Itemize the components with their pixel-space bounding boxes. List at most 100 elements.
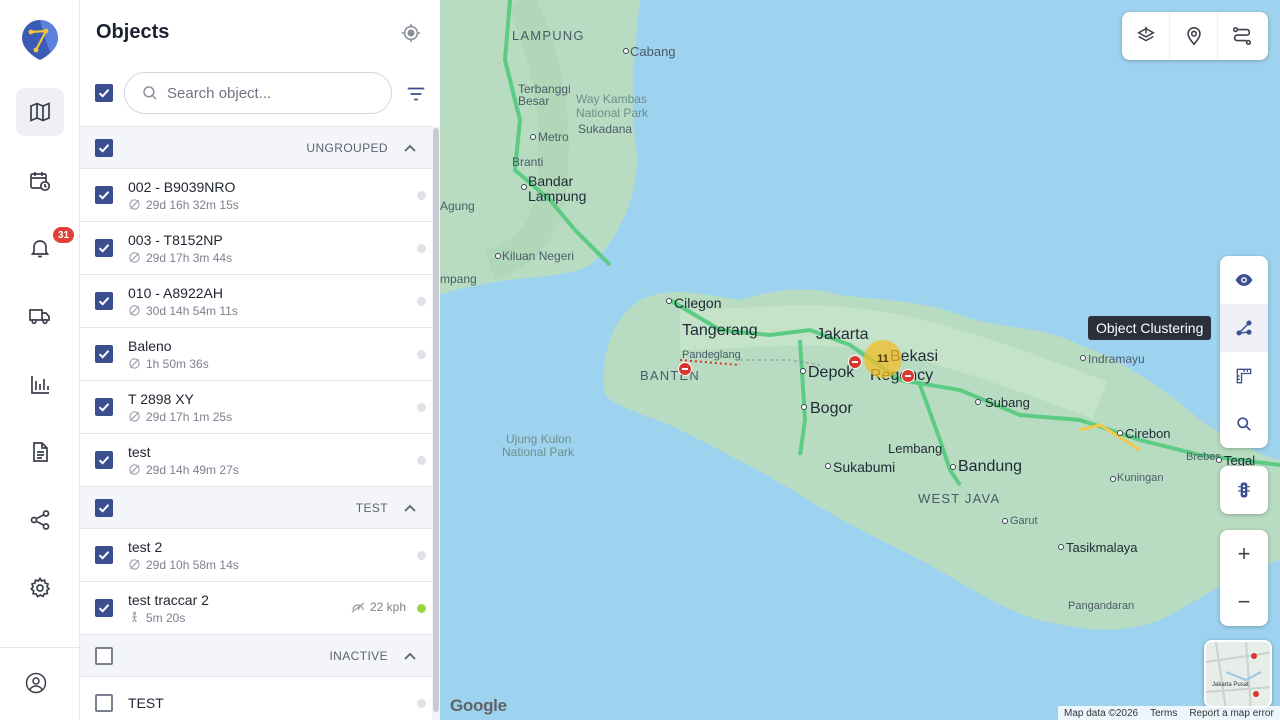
chevron-up-icon[interactable] — [402, 140, 418, 156]
select-all-checkbox[interactable] — [95, 84, 113, 102]
nav-settings[interactable] — [16, 564, 64, 612]
object-duration: 29d 14h 49m 27s — [146, 462, 239, 477]
object-duration: 29d 17h 3m 44s — [146, 250, 233, 265]
nav-documents[interactable] — [16, 428, 64, 476]
map-search-button[interactable] — [1220, 400, 1268, 448]
filter-button[interactable] — [402, 80, 430, 108]
status-dot — [417, 350, 426, 359]
alert-marker[interactable] — [678, 362, 692, 376]
object-duration: 29d 10h 58m 14s — [146, 557, 239, 572]
terms-link[interactable]: Terms — [1144, 708, 1183, 719]
object-duration: 5m 20s — [146, 610, 186, 625]
page-title: Objects — [96, 21, 170, 43]
places-button[interactable] — [1170, 12, 1218, 60]
check-icon — [98, 456, 110, 465]
nav-vehicles[interactable] — [16, 292, 64, 340]
item-checkbox[interactable] — [95, 186, 113, 204]
list-item[interactable]: Baleno 1h 50m 36s — [80, 328, 432, 381]
list-item[interactable]: test 2 29d 10h 58m 14s — [80, 529, 432, 582]
list-item[interactable]: test 29d 14h 49m 27s — [80, 434, 432, 487]
status-dot — [417, 191, 426, 200]
map-label: Cirebon — [1125, 426, 1171, 441]
traffic-button[interactable] — [1220, 466, 1268, 514]
nav-schedule[interactable] — [16, 157, 64, 205]
item-checkbox[interactable] — [95, 239, 113, 257]
chevron-up-icon[interactable] — [402, 648, 418, 664]
check-icon — [98, 604, 110, 613]
parked-icon — [129, 411, 140, 422]
item-checkbox[interactable] — [95, 599, 113, 617]
map-pin-icon — [1186, 26, 1201, 46]
list-item[interactable]: 010 - A8922AH 30d 14h 54m 11s — [80, 275, 432, 328]
nav-rail: 31 — [0, 0, 80, 720]
share-icon — [30, 510, 50, 530]
chevron-up-icon[interactable] — [402, 500, 418, 516]
object-name: Baleno — [128, 337, 172, 354]
town-marker — [530, 134, 536, 140]
nav-reports[interactable] — [16, 361, 64, 409]
map-type-switcher[interactable]: Jakarta Pusat — [1204, 640, 1272, 708]
group-checkbox[interactable] — [95, 138, 113, 157]
nav-account[interactable] — [12, 659, 60, 707]
alert-marker[interactable] — [901, 369, 915, 383]
list-item[interactable]: test traccar 2 5m 20s 22 kph — [80, 582, 432, 635]
list-item[interactable]: 003 - T8152NP 29d 17h 3m 44s — [80, 222, 432, 275]
town-marker — [801, 404, 807, 410]
map-label: Tangerang — [682, 322, 758, 339]
alert-marker[interactable] — [848, 355, 862, 369]
scrollbar-thumb[interactable] — [433, 128, 439, 712]
nav-notifications[interactable]: 31 — [16, 224, 74, 272]
list-item[interactable]: T 2898 XY 29d 17h 1m 25s — [80, 381, 432, 434]
list-item[interactable]: 002 - B9039NRO 29d 16h 32m 15s — [80, 169, 432, 222]
map-view[interactable]: LAMPUNG Cabang Terbanggi Besar Way Kamba… — [440, 0, 1280, 720]
visibility-button[interactable] — [1220, 256, 1268, 304]
locate-button[interactable] — [396, 18, 426, 48]
town-marker — [1002, 518, 1008, 524]
group-header-test[interactable]: TEST — [80, 487, 432, 529]
town-marker — [825, 463, 831, 469]
minimap-thumbnail — [1206, 642, 1270, 706]
object-cluster[interactable]: 11 — [864, 340, 902, 378]
object-name: test traccar 2 — [128, 591, 209, 608]
app: 31 Objects Search object... UNGROUPED 00… — [0, 0, 1280, 720]
report-error-link[interactable]: Report a map error — [1183, 708, 1279, 719]
list-item[interactable]: TEST — [80, 677, 432, 720]
group-checkbox[interactable] — [95, 498, 113, 517]
map-label: Cilegon — [674, 295, 722, 311]
town-marker — [1058, 544, 1064, 550]
item-checkbox[interactable] — [95, 694, 113, 712]
map-label: WEST JAVA — [918, 491, 1001, 506]
item-checkbox[interactable] — [95, 345, 113, 363]
app-logo[interactable] — [20, 18, 60, 62]
search-input[interactable] — [167, 84, 367, 102]
routes-button[interactable] — [1218, 12, 1266, 60]
item-checkbox[interactable] — [95, 292, 113, 310]
map-label: Lampung — [528, 188, 587, 204]
group-header-ungrouped[interactable]: UNGROUPED — [80, 127, 432, 169]
item-checkbox[interactable] — [95, 546, 113, 564]
zoom-out-button[interactable]: − — [1220, 578, 1268, 626]
tooltip: Object Clustering — [1088, 316, 1212, 340]
group-header-inactive[interactable]: INACTIVE — [80, 635, 432, 677]
status-dot-online — [417, 604, 426, 613]
item-checkbox[interactable] — [95, 451, 113, 469]
map-label: Kiluan Negeri — [502, 249, 575, 263]
map-side-tools — [1220, 256, 1268, 448]
map-label: Subang — [985, 395, 1030, 410]
layers-button[interactable] — [1122, 12, 1170, 60]
list-scrollbar[interactable] — [432, 126, 440, 720]
nav-map[interactable] — [16, 88, 64, 136]
nav-share[interactable] — [16, 496, 64, 544]
clustering-button[interactable] — [1220, 304, 1268, 352]
group-checkbox[interactable] — [95, 646, 113, 665]
zoom-in-button[interactable]: + — [1220, 530, 1268, 578]
item-checkbox[interactable] — [95, 398, 113, 416]
eye-icon — [1235, 274, 1253, 286]
search-box — [124, 72, 392, 114]
object-duration: 29d 16h 32m 15s — [146, 197, 239, 212]
ruler-button[interactable] — [1220, 352, 1268, 400]
parked-icon — [129, 252, 140, 263]
group-name: INACTIVE — [329, 648, 388, 663]
object-speed: 22 kph — [351, 600, 406, 614]
town-marker — [1216, 457, 1222, 463]
